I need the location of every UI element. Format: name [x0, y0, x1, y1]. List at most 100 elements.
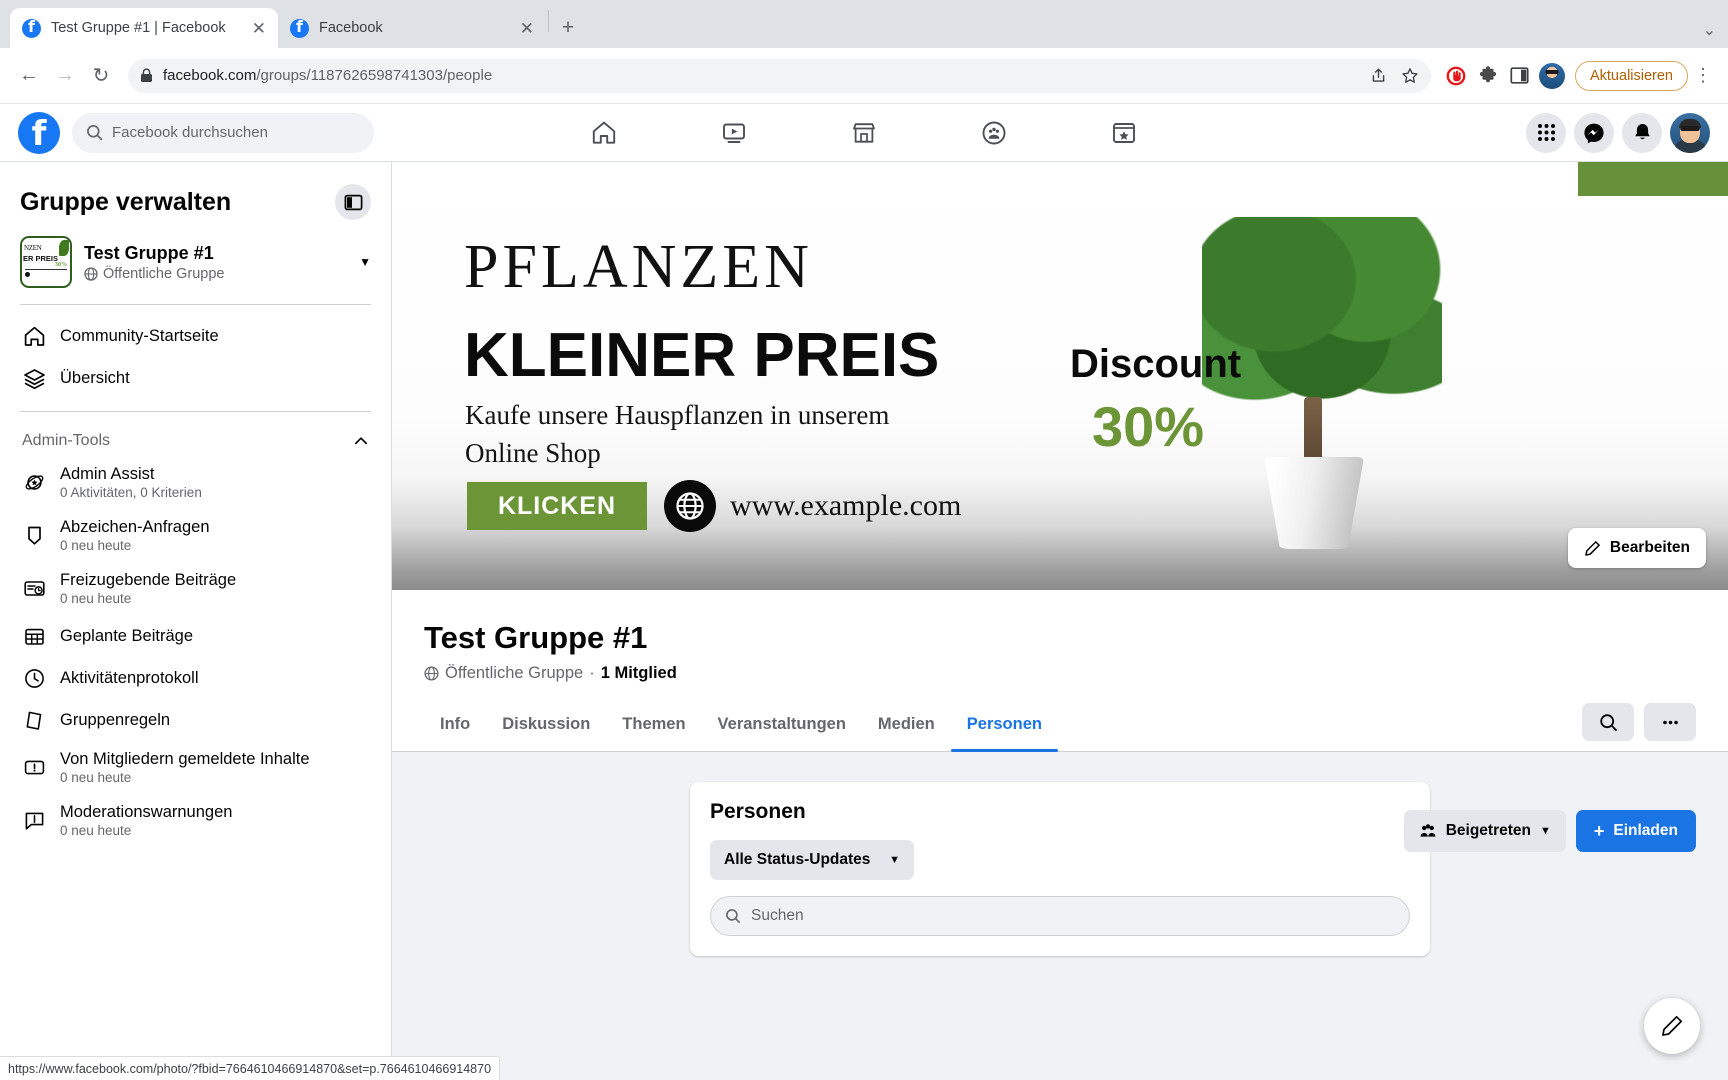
menu-grid-icon[interactable]	[1526, 112, 1566, 153]
browser-tab-1[interactable]: Test Gruppe #1 | Facebook ✕	[10, 8, 278, 48]
star-icon[interactable]	[1401, 67, 1419, 85]
group-tabs: Info Diskussion Themen Veranstaltungen M…	[392, 683, 1728, 752]
sidebar-item-moderation-alerts[interactable]: Moderationswarnungen 0 neu heute	[16, 794, 375, 847]
edit-cover-button[interactable]: Bearbeiten	[1567, 528, 1706, 568]
sidebar-item-label: Gruppenregeln	[60, 710, 171, 729]
sidebar-item-group-rules[interactable]: Gruppenregeln	[16, 699, 375, 741]
browser-tab-title: Test Gruppe #1 | Facebook	[51, 20, 226, 36]
thumb-text-3: 30%	[55, 262, 67, 268]
sidebar-item-badge-requests[interactable]: Abzeichen-Anfragen 0 neu heute	[16, 509, 375, 562]
sidebar-item-member-reported-content[interactable]: Von Mitgliedern gemeldete Inhalte 0 neu …	[16, 741, 375, 794]
sidebar-section-title: Admin-Tools	[22, 432, 111, 449]
edit-cover-label: Bearbeiten	[1609, 539, 1690, 556]
sidebar-item-community-home[interactable]: Community-Startseite	[16, 315, 375, 357]
nav-marketplace[interactable]	[799, 105, 929, 161]
group-cover-photo[interactable]: PFLANZEN KLEINER PREIS Kaufe unsere Haus…	[392, 162, 1728, 590]
sidebar-item-label: Übersicht	[60, 368, 130, 387]
back-button[interactable]: ←	[12, 59, 46, 93]
lock-icon	[140, 68, 153, 83]
tab-personen[interactable]: Personen	[950, 701, 1059, 752]
tab-veranstaltungen[interactable]: Veranstaltungen	[702, 701, 862, 751]
profile-avatar[interactable]	[1537, 61, 1567, 91]
joined-button[interactable]: Beigetreten ▼	[1403, 810, 1566, 852]
update-button[interactable]: Aktualisieren	[1574, 60, 1688, 91]
more-horizontal-icon[interactable]	[1644, 703, 1696, 741]
address-bar[interactable]: facebook.com/groups/1187626598741303/peo…	[128, 58, 1431, 93]
close-icon[interactable]: ✕	[252, 20, 266, 37]
joined-label: Beigetreten	[1445, 822, 1531, 839]
facebook-favicon	[290, 17, 309, 38]
sidebar-item-overview[interactable]: Übersicht	[16, 357, 375, 399]
cover-headline-bold: KLEINER PREIS	[464, 321, 940, 390]
tab-medien[interactable]: Medien	[862, 701, 951, 751]
tab-list-menu-icon[interactable]: ⌄	[1703, 20, 1716, 40]
side-panel-icon[interactable]	[1505, 61, 1535, 91]
sidebar-item-label: Freizugebende Beiträge	[60, 571, 237, 589]
sidebar-item-sub: 0 neu heute	[60, 823, 132, 838]
group-header: Test Gruppe #1 Öffentliche Gruppe · 1 Mi…	[392, 590, 1728, 683]
chevron-down-icon[interactable]: ▼	[359, 255, 371, 269]
browser-status-bar: https://www.facebook.com/photo/?fbid=766…	[0, 1056, 501, 1080]
share-icon[interactable]	[1370, 67, 1387, 84]
compose-button[interactable]	[1644, 998, 1700, 1054]
cover-website: www.example.com	[730, 489, 962, 522]
chevron-up-icon[interactable]	[353, 433, 369, 449]
compose-pencil-icon	[1662, 1015, 1683, 1036]
pending-posts-icon	[22, 577, 46, 601]
cover-cta-button[interactable]: KLICKEN	[467, 482, 647, 530]
group-privacy-label: Öffentliche Gruppe	[445, 664, 584, 682]
sidebar-section-admin-tools[interactable]: Admin-Tools	[16, 422, 375, 456]
nav-video[interactable]	[669, 105, 799, 161]
adblock-icon[interactable]	[1441, 61, 1471, 91]
sidebar-item-admin-assist[interactable]: Admin Assist 0 Aktivitäten, 0 Kriterien	[16, 456, 375, 509]
reload-button[interactable]: ↻	[84, 59, 118, 93]
facebook-logo[interactable]	[18, 111, 60, 154]
tab-info[interactable]: Info	[424, 701, 486, 751]
forward-button[interactable]: →	[48, 59, 82, 93]
cover-discount-label: Discount	[1070, 342, 1242, 386]
chevron-down-icon: ▼	[1539, 825, 1551, 837]
nav-groups[interactable]	[929, 105, 1059, 161]
messenger-icon[interactable]	[1574, 112, 1614, 153]
tab-diskussion[interactable]: Diskussion	[486, 701, 606, 751]
sidebar-item-sub: 0 neu heute	[60, 770, 132, 785]
group-search-button[interactable]	[1582, 703, 1634, 741]
status-filter-dropdown[interactable]: Alle Status-Updates ▼	[710, 840, 914, 880]
tab-themen[interactable]: Themen	[606, 701, 701, 751]
invite-label: Einladen	[1613, 822, 1678, 839]
report-icon	[22, 756, 46, 780]
facebook-header: Facebook durchsuchen	[0, 104, 1728, 162]
nav-home[interactable]	[539, 105, 669, 161]
sidebar-item-activity-log[interactable]: Aktivitätenprotokoll	[16, 657, 375, 699]
moderation-alert-icon	[22, 809, 46, 833]
search-input[interactable]: Facebook durchsuchen	[72, 112, 374, 153]
chevron-down-icon: ▼	[889, 854, 900, 866]
nav-gaming[interactable]	[1059, 105, 1189, 161]
browser-tab-2[interactable]: Facebook ✕	[278, 8, 546, 48]
sidebar-item-scheduled-posts[interactable]: Geplante Beiträge	[16, 615, 375, 657]
close-icon[interactable]: ✕	[520, 20, 534, 37]
puzzle-icon[interactable]	[1473, 61, 1503, 91]
url-path: /groups/1187626598741303/people	[256, 67, 493, 84]
people-card: Personen Alle Status-Updates ▼ Suchen	[690, 782, 1430, 956]
sidebar-group-privacy-label: Öffentliche Gruppe	[103, 265, 225, 282]
plus-icon: +	[1593, 821, 1605, 841]
browser-menu-button[interactable]: ⋮	[1690, 65, 1716, 86]
notifications-icon[interactable]	[1622, 112, 1662, 153]
cover-section: PFLANZEN KLEINER PREIS Kaufe unsere Haus…	[392, 162, 1728, 852]
sidebar-item-pending-posts[interactable]: Freizugebende Beiträge 0 neu heute	[16, 562, 375, 615]
new-tab-button[interactable]: +	[551, 11, 585, 45]
badge-icon	[22, 524, 46, 548]
sidebar-item-label: Abzeichen-Anfragen	[60, 518, 210, 536]
people-section: Personen Alle Status-Updates ▼ Suchen	[392, 752, 1728, 956]
group-member-count: 1 Mitglied	[600, 664, 677, 682]
people-search-input[interactable]: Suchen	[710, 896, 1410, 936]
sidebar-header: Gruppe verwalten	[16, 162, 375, 232]
panel-toggle-icon[interactable]	[335, 184, 371, 220]
account-avatar[interactable]	[1670, 112, 1710, 153]
page-body: Gruppe verwalten NZEN ER PREIS 30% Test …	[0, 162, 1728, 1080]
sidebar-group-row[interactable]: NZEN ER PREIS 30% Test Gruppe #1 Öffentl…	[16, 232, 375, 302]
manage-group-sidebar: Gruppe verwalten NZEN ER PREIS 30% Test …	[0, 162, 392, 1080]
group-tab-actions	[1582, 703, 1696, 751]
invite-button[interactable]: + Einladen	[1575, 810, 1696, 852]
